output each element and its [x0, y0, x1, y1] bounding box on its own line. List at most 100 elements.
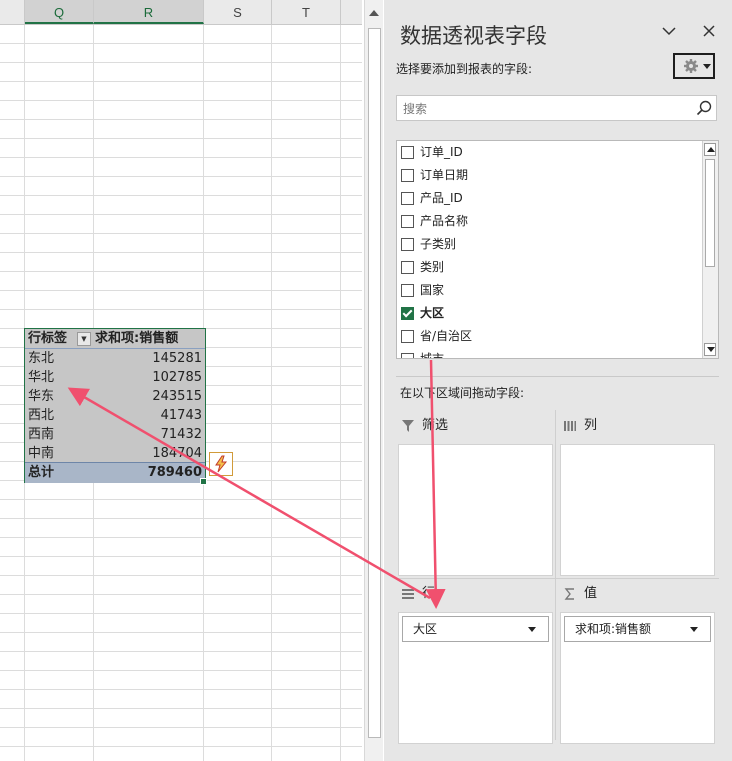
field-label[interactable]: 大区 [420, 303, 444, 323]
lightning-icon [215, 455, 228, 473]
column-header-q[interactable]: Q [25, 0, 94, 24]
pivot-total-value[interactable]: 789460 [148, 463, 202, 482]
values-field-label[interactable]: 求和项:销售额 [575, 617, 651, 641]
scrollbar-thumb[interactable] [705, 159, 715, 267]
field-label[interactable]: 订单日期 [420, 165, 468, 185]
scrollbar-thumb[interactable] [368, 28, 381, 738]
search-input[interactable] [401, 99, 685, 119]
pivot-row[interactable]: 中南 184704 [25, 444, 205, 463]
columns-area[interactable]: 列 [558, 416, 718, 576]
values-area[interactable]: 值 求和项:销售额 [558, 584, 718, 744]
filter-dropdown-icon[interactable]: ▼ [77, 332, 91, 346]
field-checkbox[interactable] [401, 238, 414, 251]
field-checkbox-checked[interactable] [401, 307, 414, 320]
pivot-row-value[interactable]: 71432 [161, 425, 202, 444]
columns-icon [564, 421, 576, 431]
divider [396, 578, 719, 579]
pivot-row[interactable]: 西南 71432 [25, 425, 205, 444]
areas-instruction: 在以下区域间拖动字段: [400, 386, 525, 400]
columns-area-title: 列 [584, 418, 598, 433]
field-label[interactable]: 子类别 [420, 234, 456, 254]
search-icon[interactable] [695, 99, 713, 117]
field-label[interactable]: 国家 [420, 280, 444, 300]
values-field-pill[interactable]: 求和项:销售额 [564, 616, 711, 642]
pivot-row-label[interactable]: 西南 [28, 425, 54, 444]
sheet-vertical-scrollbar[interactable] [364, 0, 383, 761]
pivot-row[interactable]: 西北 41743 [25, 406, 205, 425]
rows-drop-zone[interactable]: 大区 [398, 612, 553, 744]
fill-handle[interactable] [200, 478, 207, 485]
field-label[interactable]: 产品_ID [420, 188, 463, 208]
field-checkbox[interactable] [401, 192, 414, 205]
field-label[interactable]: 城市 [420, 349, 444, 358]
pivot-row-label[interactable]: 华北 [28, 368, 54, 387]
worksheet[interactable]: Q R S T 行标签 ▼ 求和项:销售额 东北 145281 华北 10278… [0, 0, 362, 761]
pivot-row[interactable]: 华北 102785 [25, 368, 205, 387]
dropdown-arrow-icon[interactable] [528, 627, 536, 632]
dropdown-arrow-icon [703, 64, 711, 69]
column-header-partial[interactable] [341, 0, 362, 24]
pivot-table[interactable]: 行标签 ▼ 求和项:销售额 东北 145281 华北 102785 华东 243… [24, 328, 206, 483]
rows-area[interactable]: 行 大区 [396, 584, 556, 744]
rows-field-label[interactable]: 大区 [413, 617, 437, 641]
field-checkbox[interactable] [401, 330, 414, 343]
sigma-icon [564, 588, 574, 600]
column-header-s[interactable]: S [204, 0, 272, 24]
chevron-down-icon[interactable] [660, 22, 678, 40]
filter-icon [402, 420, 414, 432]
column-header-r[interactable]: R [94, 0, 204, 24]
field-checkbox[interactable] [401, 169, 414, 182]
pivot-row-label-header[interactable]: 行标签 [28, 329, 67, 348]
pivot-row-value[interactable]: 145281 [152, 349, 202, 368]
values-area-title: 值 [584, 586, 598, 601]
pivot-total-row[interactable]: 总计 789460 [25, 462, 205, 483]
scroll-down-icon[interactable] [704, 343, 716, 356]
field-label[interactable]: 类别 [420, 257, 444, 277]
pivot-row-label[interactable]: 东北 [28, 349, 54, 368]
quick-analysis-button[interactable] [209, 452, 233, 476]
pivot-row[interactable]: 东北 145281 [25, 349, 205, 368]
pivot-row-label[interactable]: 中南 [28, 444, 54, 463]
columns-drop-zone[interactable] [560, 444, 715, 576]
dropdown-arrow-icon[interactable] [690, 627, 698, 632]
field-list[interactable]: 订单_ID 订单日期 产品_ID 产品名称 子类别 类别 国家 大区 省/自治区… [396, 140, 719, 359]
rows-icon [402, 589, 414, 599]
pivot-field-panel: 数据透视表字段 选择要添加到报表的字段: 订单_ID [384, 0, 732, 761]
field-label[interactable]: 产品名称 [420, 211, 468, 231]
pivot-row-value[interactable]: 102785 [152, 368, 202, 387]
pivot-value-header[interactable]: 求和项:销售额 [95, 329, 178, 348]
pivot-row-label[interactable]: 华东 [28, 387, 54, 406]
field-label[interactable]: 订单_ID [420, 142, 463, 162]
pivot-row-value[interactable]: 184704 [152, 444, 202, 463]
field-label[interactable]: 省/自治区 [420, 326, 472, 346]
pivot-row-label[interactable]: 西北 [28, 406, 54, 425]
rows-field-pill[interactable]: 大区 [402, 616, 549, 642]
pivot-row[interactable]: 华东 243515 [25, 387, 205, 406]
scroll-up-icon[interactable] [704, 143, 716, 156]
tools-button[interactable] [673, 53, 715, 79]
filter-area-title: 筛选 [422, 418, 449, 433]
field-checkbox[interactable] [401, 284, 414, 297]
filter-drop-zone[interactable] [398, 444, 553, 576]
pivot-row-value[interactable]: 243515 [152, 387, 202, 406]
gear-icon [684, 59, 698, 73]
panel-subtitle: 选择要添加到报表的字段: [396, 62, 533, 76]
pivot-row-value[interactable]: 41743 [161, 406, 202, 425]
field-checkbox[interactable] [401, 215, 414, 228]
field-list-scrollbar[interactable] [702, 141, 718, 358]
field-checkbox[interactable] [401, 261, 414, 274]
column-header-bar: Q R S T [0, 0, 362, 25]
scroll-up-arrow-icon[interactable] [369, 10, 379, 16]
field-checkbox[interactable] [401, 353, 414, 358]
panel-title: 数据透视表字段 [400, 24, 547, 48]
field-checkbox[interactable] [401, 146, 414, 159]
column-header-t[interactable]: T [272, 0, 341, 24]
filter-area[interactable]: 筛选 [396, 416, 556, 576]
column-header-partial[interactable] [0, 0, 25, 24]
values-drop-zone[interactable]: 求和项:销售额 [560, 612, 715, 744]
field-search-box[interactable] [396, 95, 717, 121]
pivot-header-row[interactable]: 行标签 ▼ 求和项:销售额 [25, 329, 205, 349]
rows-area-title: 行 [422, 586, 436, 601]
pivot-total-label[interactable]: 总计 [28, 463, 54, 482]
close-icon[interactable] [700, 22, 718, 40]
